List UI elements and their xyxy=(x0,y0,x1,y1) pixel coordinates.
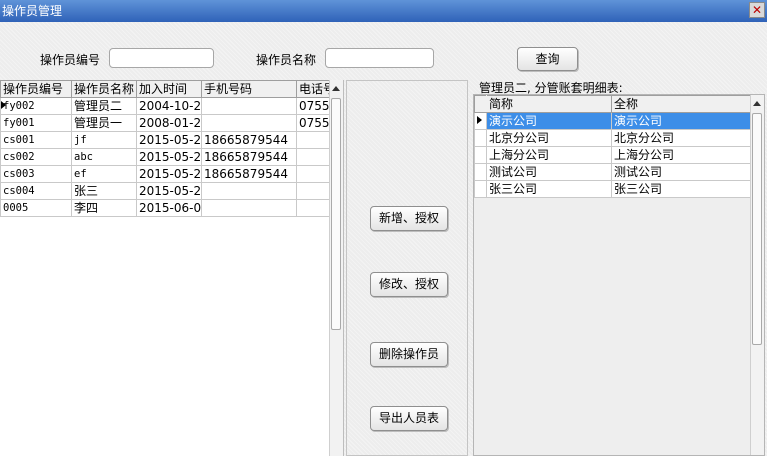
actions-panel xyxy=(346,80,468,456)
cell-operator-code: cs001 xyxy=(0,131,72,149)
window-titlebar: 操作员管理 ✕ xyxy=(0,0,767,22)
edit-authorize-button[interactable]: 修改、授权 xyxy=(370,272,448,297)
column-header-operator-code[interactable]: 操作员编号 xyxy=(0,80,72,98)
table-row[interactable]: cs001 jf 2015-05-25 18665879544 xyxy=(0,131,331,149)
table-row-selected[interactable]: 演示公司 演示公司 xyxy=(474,112,751,130)
cell-mobile xyxy=(201,97,297,115)
table-row[interactable]: cs002 abc 2015-05-25 18665879544 xyxy=(0,148,331,166)
cell-phone: 0755- xyxy=(296,114,331,132)
cell-short-name: 测试公司 xyxy=(486,163,612,181)
operators-grid[interactable]: 操作员编号 操作员名称 加入时间 手机号码 电话号 fy002 管理员二 200… xyxy=(0,80,344,456)
cell-operator-code: cs004 xyxy=(0,182,72,200)
cell-full-name: 演示公司 xyxy=(611,112,751,130)
row-indicator-cell xyxy=(474,129,487,147)
column-header-short-name[interactable]: 简称 xyxy=(486,95,612,113)
cell-operator-name: 李四 xyxy=(71,199,137,217)
cell-mobile: 18665879544 xyxy=(201,165,297,183)
cell-mobile xyxy=(201,182,297,200)
scroll-up-icon[interactable] xyxy=(753,101,761,106)
cell-full-name: 北京分公司 xyxy=(611,129,751,147)
cell-join-date: 2015-06-01 xyxy=(136,199,202,217)
export-staff-button[interactable]: 导出人员表 xyxy=(370,406,448,431)
cell-phone: 0755- xyxy=(296,97,331,115)
operators-table: 操作员编号 操作员名称 加入时间 手机号码 电话号 fy002 管理员二 200… xyxy=(0,80,331,217)
cell-full-name: 上海分公司 xyxy=(611,146,751,164)
cell-join-date: 2004-10-26 xyxy=(136,97,202,115)
cell-mobile: 18665879544 xyxy=(201,131,297,149)
scroll-up-icon[interactable] xyxy=(332,86,340,91)
cell-operator-code: fy001 xyxy=(0,114,72,132)
cell-join-date: 2015-05-29 xyxy=(136,182,202,200)
delete-operator-button[interactable]: 删除操作员 xyxy=(370,342,448,367)
cell-operator-name: 管理员一 xyxy=(71,114,137,132)
cell-operator-code: 0005 xyxy=(0,199,72,217)
table-row[interactable]: 0005 李四 2015-06-01 xyxy=(0,199,331,217)
cell-phone xyxy=(296,131,331,149)
cell-join-date: 2015-05-25 xyxy=(136,131,202,149)
cell-operator-code: fy002 xyxy=(0,97,72,115)
operators-scrollbar[interactable] xyxy=(329,80,343,456)
table-row[interactable]: cs003 ef 2015-05-25 18665879544 xyxy=(0,165,331,183)
operator-name-label: 操作员名称 xyxy=(256,53,317,67)
cell-operator-code: cs003 xyxy=(0,165,72,183)
table-row[interactable]: 上海分公司 上海分公司 xyxy=(474,146,751,164)
cell-join-date: 2015-05-25 xyxy=(136,165,202,183)
column-header-join-date[interactable]: 加入时间 xyxy=(136,80,202,98)
cell-operator-name: 管理员二 xyxy=(71,97,137,115)
column-header-mobile[interactable]: 手机号码 xyxy=(201,80,297,98)
cell-join-date: 2015-05-25 xyxy=(136,148,202,166)
column-header-operator-name[interactable]: 操作员名称 xyxy=(71,80,137,98)
operator-name-input[interactable] xyxy=(325,48,434,68)
add-authorize-button[interactable]: 新增、授权 xyxy=(370,206,448,231)
operator-code-label: 操作员编号 xyxy=(40,53,101,67)
cell-operator-name: abc xyxy=(71,148,137,166)
scroll-thumb[interactable] xyxy=(331,98,341,330)
column-header-full-name[interactable]: 全称 xyxy=(611,95,751,113)
table-row[interactable]: fy002 管理员二 2004-10-26 0755- xyxy=(0,97,331,115)
cell-short-name: 演示公司 xyxy=(486,112,612,130)
cell-operator-name: 张三 xyxy=(71,182,137,200)
cell-phone xyxy=(296,165,331,183)
cell-full-name: 张三公司 xyxy=(611,180,751,198)
table-row[interactable]: 北京分公司 北京分公司 xyxy=(474,129,751,147)
accounts-table: 简称 全称 演示公司 演示公司 北京分公司 北京分公司 上海分公司 上海分公司 xyxy=(474,95,751,198)
cell-operator-name: ef xyxy=(71,165,137,183)
column-header-phone[interactable]: 电话号 xyxy=(296,80,331,98)
cell-operator-name: jf xyxy=(71,131,137,149)
query-button[interactable]: 查询 xyxy=(517,47,578,71)
cell-full-name: 测试公司 xyxy=(611,163,751,181)
cell-mobile: 18665879544 xyxy=(201,148,297,166)
cell-mobile xyxy=(201,199,297,217)
cell-phone xyxy=(296,199,331,217)
cell-short-name: 北京分公司 xyxy=(486,129,612,147)
accounts-grid[interactable]: 简称 全称 演示公司 演示公司 北京分公司 北京分公司 上海分公司 上海分公司 xyxy=(473,94,765,456)
table-row[interactable]: cs004 张三 2015-05-29 xyxy=(0,182,331,200)
cell-join-date: 2008-01-28 xyxy=(136,114,202,132)
cell-mobile xyxy=(201,114,297,132)
cell-phone xyxy=(296,182,331,200)
table-row[interactable]: fy001 管理员一 2008-01-28 0755- xyxy=(0,114,331,132)
row-indicator-header xyxy=(474,95,487,113)
window-title: 操作员管理 xyxy=(2,4,63,18)
row-indicator-cell xyxy=(474,163,487,181)
cell-short-name: 上海分公司 xyxy=(486,146,612,164)
table-row[interactable]: 测试公司 测试公司 xyxy=(474,163,751,181)
row-indicator-cell xyxy=(474,146,487,164)
cell-operator-code: cs002 xyxy=(0,148,72,166)
cell-phone xyxy=(296,148,331,166)
operator-code-input[interactable] xyxy=(109,48,214,68)
accounts-scrollbar[interactable] xyxy=(750,95,764,455)
close-icon[interactable]: ✕ xyxy=(749,2,765,18)
table-row[interactable]: 张三公司 张三公司 xyxy=(474,180,751,198)
cell-short-name: 张三公司 xyxy=(486,180,612,198)
current-row-indicator-icon xyxy=(477,116,482,124)
current-row-indicator-icon xyxy=(1,101,6,109)
row-indicator-cell xyxy=(474,180,487,198)
scroll-thumb[interactable] xyxy=(752,113,762,345)
